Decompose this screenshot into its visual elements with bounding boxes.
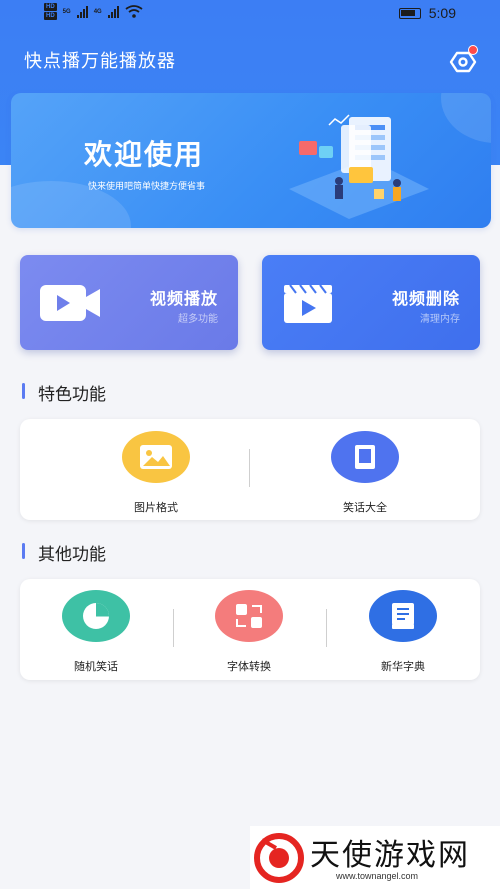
- signal-icon: [107, 5, 119, 18]
- divider: [173, 609, 174, 647]
- feature-jokes[interactable]: 笑话大全: [310, 431, 420, 515]
- app-title: 快点播万能播放器: [24, 51, 176, 72]
- settings-button[interactable]: [448, 44, 480, 76]
- status-bar: HD HD 5G 4G 5:09: [0, 0, 500, 28]
- signal-icon: [76, 5, 88, 18]
- feature-dictionary[interactable]: 新华字典: [348, 590, 458, 674]
- clapperboard-icon: [284, 284, 332, 323]
- featured-panel: 图片格式 笑话大全: [20, 419, 480, 520]
- notification-dot: [468, 45, 478, 55]
- video-camera-icon: [40, 285, 100, 321]
- card-subtitle: 清理内存: [420, 314, 460, 325]
- welcome-banner[interactable]: 欢迎使用 快来使用吧简单快捷方便省事: [11, 93, 491, 228]
- clock: 5:09: [428, 5, 456, 21]
- divider: [326, 609, 327, 647]
- feature-image-format[interactable]: 图片格式: [101, 431, 211, 515]
- feature-random-jokes[interactable]: 随机笑话: [41, 590, 151, 674]
- banner-title: 欢迎使用: [84, 138, 205, 171]
- feature-label: 随机笑话: [74, 660, 118, 673]
- dictionary-icon: [369, 590, 437, 642]
- card-title: 视频播放: [149, 289, 218, 308]
- section-title-featured: 特色功能: [22, 380, 106, 405]
- watermark-logo: [254, 833, 304, 883]
- section-title-other: 其他功能: [22, 540, 106, 565]
- network-type: 5G: [62, 8, 71, 15]
- video-delete-card[interactable]: 视频删除 清理内存: [262, 255, 480, 350]
- banner-subtitle: 快来使用吧简单快捷方便省事: [88, 182, 206, 192]
- feature-font-convert[interactable]: 字体转换: [194, 590, 304, 674]
- banner-illustration: [289, 114, 429, 219]
- video-play-card[interactable]: 视频播放 超多功能: [20, 255, 238, 350]
- battery-icon: [398, 7, 421, 19]
- watermark-text: 天使游戏网: [310, 838, 470, 873]
- hd-badge: HD: [44, 12, 57, 20]
- card-subtitle: 超多功能: [178, 314, 218, 325]
- convert-icon: [215, 590, 283, 642]
- image-format-icon: [122, 431, 190, 483]
- other-panel: 随机笑话 字体转换 新华字典: [20, 579, 480, 680]
- divider: [249, 449, 250, 487]
- watermark-url: www.townangel.com: [336, 871, 419, 881]
- pie-chart-icon: [62, 590, 130, 642]
- hd-badge: HD: [44, 3, 57, 11]
- book-icon: [331, 431, 399, 483]
- wifi-icon: [125, 5, 143, 18]
- network-type: 4G: [93, 8, 102, 15]
- feature-label: 图片格式: [134, 501, 178, 514]
- card-title: 视频删除: [391, 289, 460, 308]
- feature-label: 笑话大全: [343, 501, 387, 514]
- feature-label: 字体转换: [227, 660, 271, 673]
- feature-label: 新华字典: [381, 660, 425, 673]
